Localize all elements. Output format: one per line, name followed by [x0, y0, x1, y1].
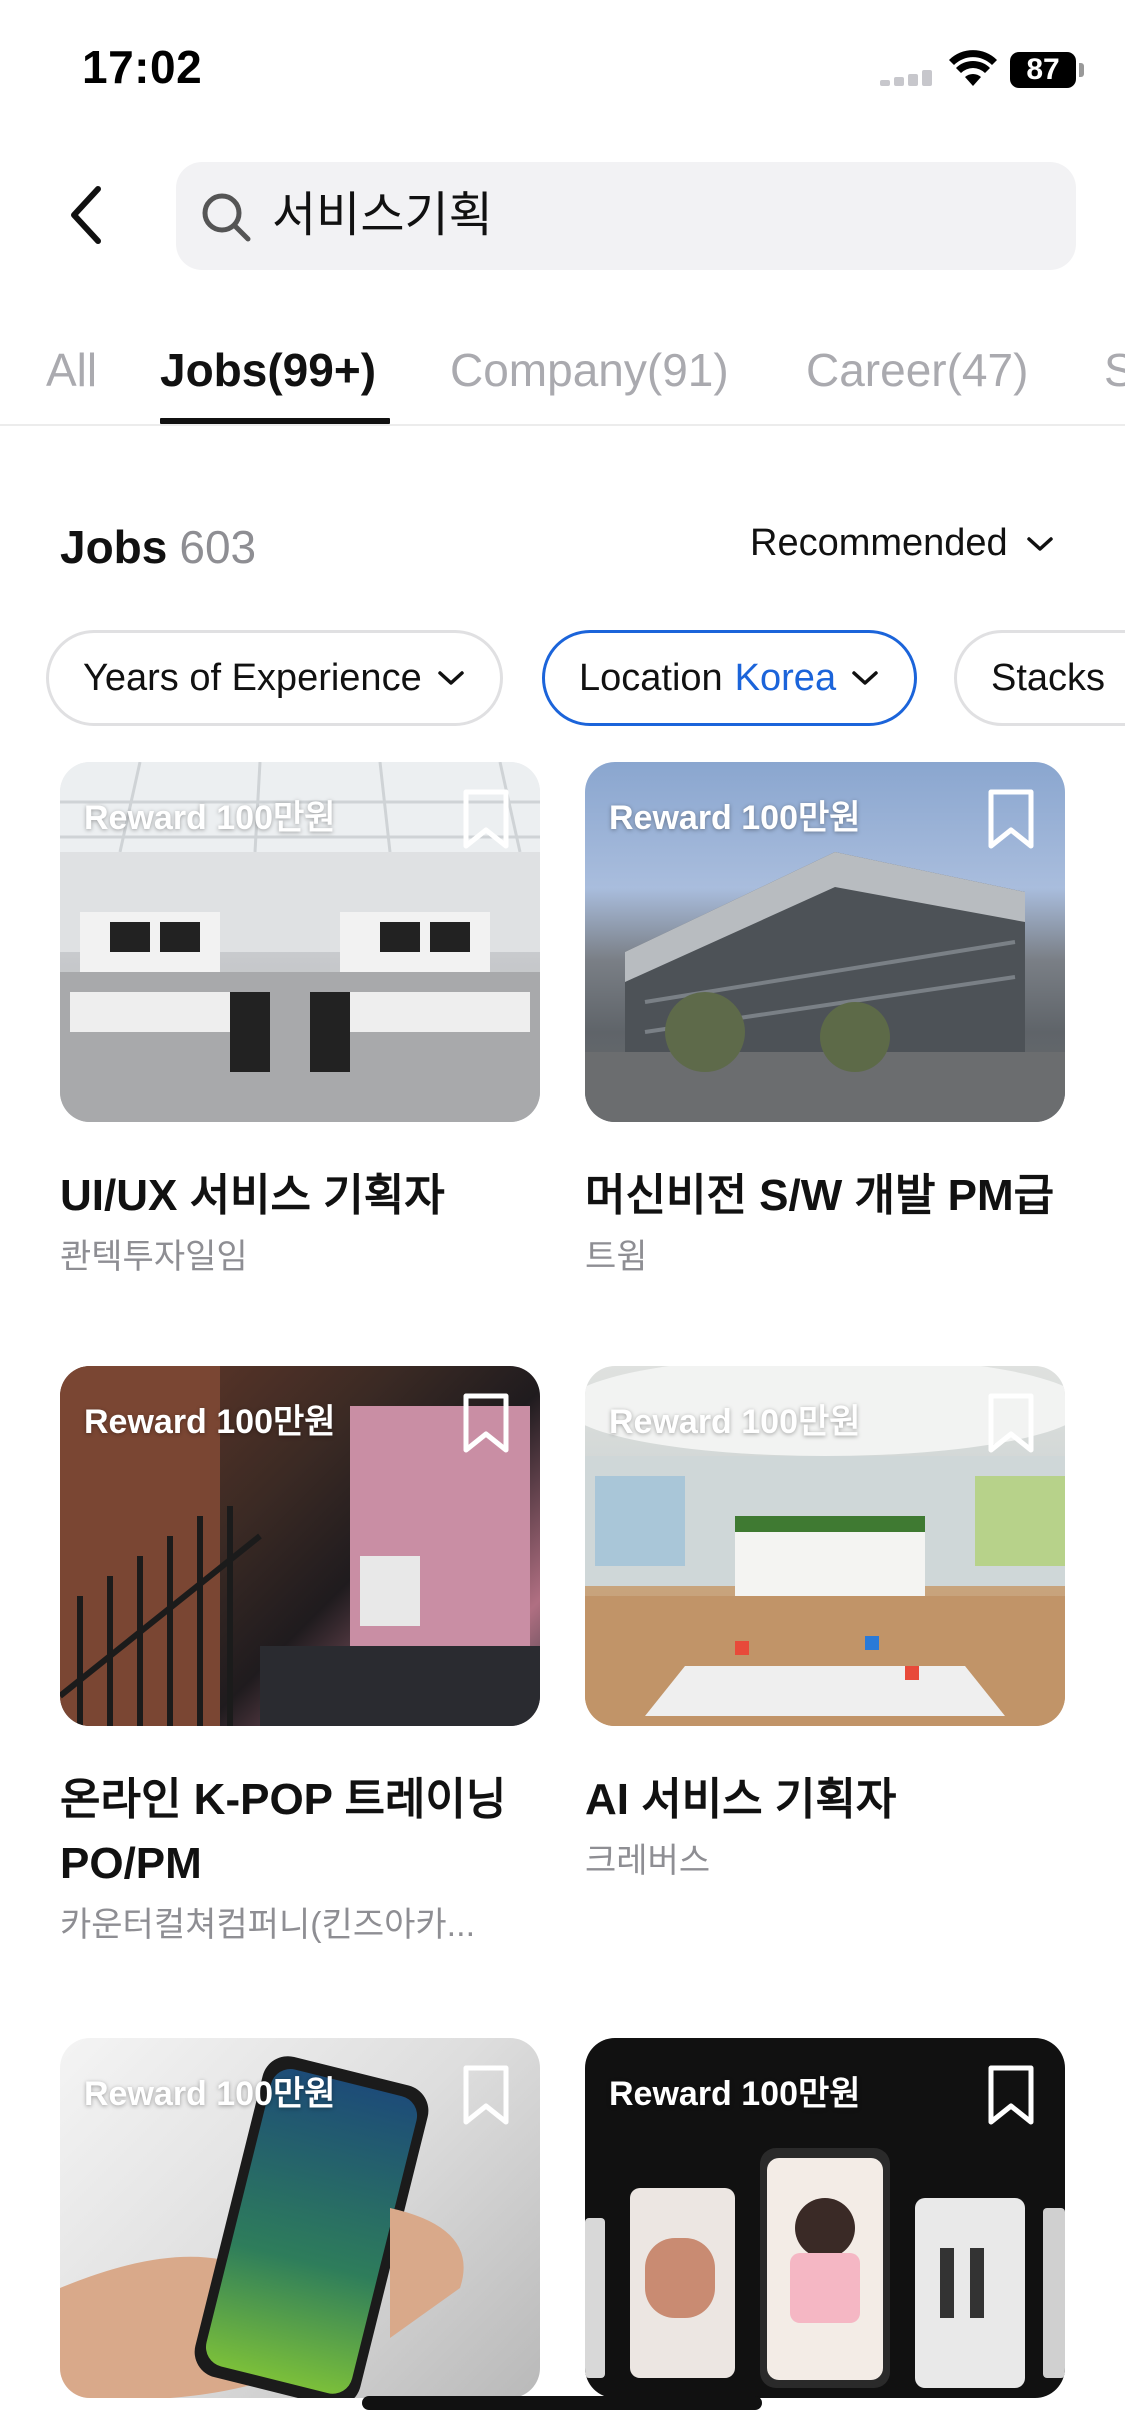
job-card[interactable]: Reward 100만원 — [60, 2038, 540, 2398]
tab-bar: All Jobs(99+) Company(91) Career(47) S — [0, 330, 1125, 426]
company-name: 크레버스 — [585, 1842, 711, 1880]
reward-badge: Reward 100만원 — [609, 2075, 861, 2113]
bookmark-icon[interactable] — [460, 2064, 512, 2126]
company-name: 콴텍투자일임 — [60, 1238, 248, 1276]
chevron-left-icon — [71, 186, 101, 244]
job-card[interactable]: Reward 100만원 — [585, 2038, 1065, 2398]
job-card-image: Reward 100만원 — [60, 1366, 540, 1726]
search-input[interactable]: 서비스기획 — [176, 162, 1076, 270]
tab-all[interactable]: All — [46, 340, 97, 400]
reward-badge: Reward 100만원 — [609, 799, 861, 837]
reward-badge: Reward 100만원 — [84, 799, 336, 837]
chevron-down-icon — [437, 671, 464, 685]
job-card-image: Reward 100만원 — [585, 762, 1065, 1122]
reward-badge: Reward 100만원 — [609, 1403, 861, 1441]
bookmark-icon[interactable] — [460, 788, 512, 850]
bookmark-icon[interactable] — [460, 1392, 512, 1454]
filter-label: Years of Experience — [83, 656, 422, 699]
reward-badge: Reward 100만원 — [84, 1403, 336, 1441]
tab-jobs[interactable]: Jobs(99+) — [160, 340, 376, 400]
job-title: 온라인 K-POP 트레이닝 PO/PM — [60, 1775, 507, 1888]
battery-icon: 87 — [1010, 52, 1076, 88]
job-card[interactable]: Reward 100만원 UI/UX 서비스 기획자 콴텍투자일임 — [60, 762, 540, 1280]
search-icon — [202, 193, 251, 242]
job-title: UI/UX 서비스 기획자 — [60, 1171, 445, 1220]
job-title: AI 서비스 기획자 — [585, 1775, 897, 1824]
job-card[interactable]: Reward 100만원 AI 서비스 기획자 크레버스 — [585, 1366, 1065, 1884]
job-card-image: Reward 100만원 — [585, 2038, 1065, 2398]
wifi-icon — [949, 50, 997, 86]
tab-company[interactable]: Company(91) — [450, 340, 729, 400]
status-bar: 17:02 87 — [0, 0, 1125, 140]
chevron-down-icon — [852, 671, 878, 685]
reward-badge: Reward 100만원 — [84, 2075, 336, 2113]
filter-location[interactable]: Location Korea — [542, 630, 918, 726]
sort-dropdown[interactable]: Recommended — [750, 522, 1054, 565]
bookmark-icon[interactable] — [985, 1392, 1037, 1454]
filter-stacks[interactable]: Stacks — [954, 630, 1125, 726]
jobs-count: 603 — [179, 521, 257, 573]
filter-location-value: Korea — [734, 656, 837, 699]
filter-years-of-experience[interactable]: Years of Experience — [46, 630, 503, 726]
jobs-section-title: Jobs 603 — [60, 520, 256, 574]
bookmark-icon[interactable] — [985, 788, 1037, 850]
status-time: 17:02 — [82, 41, 203, 93]
search-query: 서비스기획 — [272, 189, 493, 242]
battery-tip — [1079, 63, 1084, 77]
cellular-signal-icon — [880, 70, 936, 86]
job-card[interactable]: Reward 100만원 머신비전 S/W 개발 PM급 트윔 — [585, 762, 1065, 1280]
job-card-image: Reward 100만원 — [60, 762, 540, 1122]
filter-label: Stacks — [991, 656, 1106, 699]
jobs-title-label: Jobs — [60, 521, 168, 573]
job-card-image: Reward 100만원 — [60, 2038, 540, 2398]
company-name: 카운터컬쳐컴퍼니(킨즈아카... — [60, 1906, 476, 1944]
job-title: 머신비전 S/W 개발 PM급 — [585, 1171, 1055, 1220]
sort-label: Recommended — [750, 522, 1008, 564]
job-card-image: Reward 100만원 — [585, 1366, 1065, 1726]
job-card[interactable]: Reward 100만원 온라인 K-POP 트레이닝 PO/PM 카운터컬쳐컴… — [60, 1366, 540, 1948]
back-button[interactable] — [56, 180, 116, 250]
company-name: 트윔 — [585, 1238, 648, 1276]
bookmark-icon[interactable] — [985, 2064, 1037, 2126]
tab-more[interactable]: S — [1104, 340, 1125, 400]
home-indicator — [362, 2396, 762, 2410]
chevron-down-icon — [1026, 536, 1053, 551]
tab-career[interactable]: Career(47) — [806, 340, 1028, 400]
tab-active-indicator — [160, 418, 390, 424]
filter-label: Location — [579, 656, 723, 699]
